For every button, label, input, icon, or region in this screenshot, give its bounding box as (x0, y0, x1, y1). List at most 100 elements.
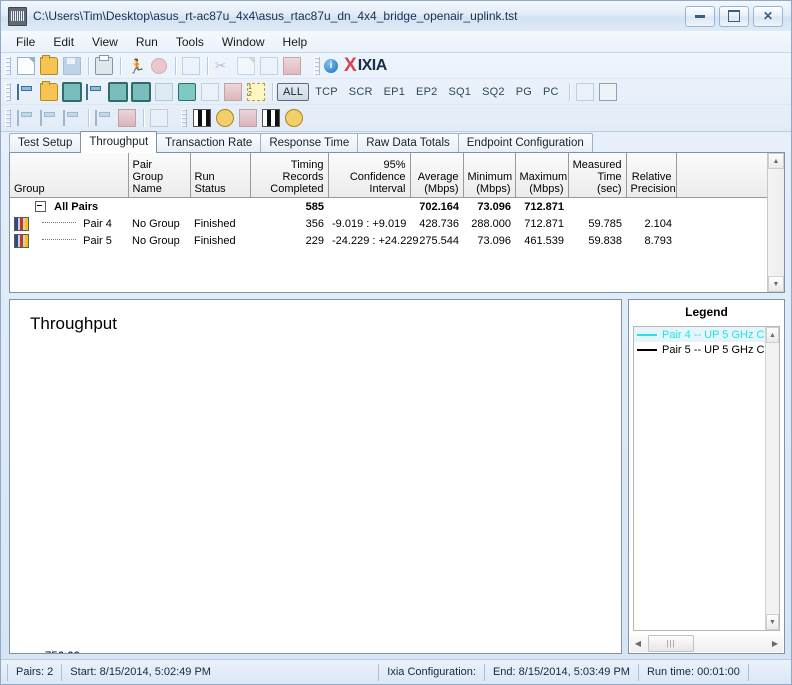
group-pairs-button[interactable] (574, 81, 596, 103)
scroll-up-icon[interactable]: ▲ (768, 153, 784, 169)
add-hardware-video-button[interactable] (130, 81, 152, 103)
compare-button[interactable] (222, 81, 244, 103)
status-end: End: 8/15/2014, 5:03:49 PM (485, 663, 639, 681)
network3-button[interactable] (61, 107, 83, 129)
menu-item-tools[interactable]: Tools (167, 32, 213, 52)
toolbar-grip[interactable] (5, 82, 11, 101)
scroll-down-icon[interactable]: ▼ (768, 276, 784, 292)
info-icon[interactable]: i (324, 58, 338, 73)
col-run-status[interactable]: Run Status (190, 153, 251, 198)
toolbar-grip[interactable] (5, 56, 11, 75)
add-pair-button[interactable] (15, 81, 37, 103)
paste-button[interactable] (258, 55, 280, 77)
close-button[interactable]: ✕ (753, 5, 783, 27)
cell-maximum: 461.539 (524, 234, 564, 247)
minimize-button[interactable] (685, 5, 715, 27)
cut-button[interactable]: ✂ (212, 55, 234, 77)
legend-list[interactable]: Pair 4 -- UP 5 GHz Ch Pair 5 -- UP 5 GHz… (633, 326, 780, 631)
col-confidence-interval[interactable]: 95% Confidence Interval (328, 153, 411, 198)
filter-all-button[interactable]: ALL (277, 82, 310, 101)
edit-pair-button[interactable] (176, 81, 198, 103)
filter-pc-button[interactable]: PC (538, 84, 564, 100)
col-maximum[interactable]: Maximum (Mbps) (515, 153, 569, 198)
toolbar-grip[interactable] (314, 56, 320, 75)
col-minimum[interactable]: Minimum (Mbps) (463, 153, 516, 198)
legend-scroll-right-icon[interactable]: ▶ (767, 636, 783, 651)
copy-pair-button[interactable] (199, 81, 221, 103)
filter-tcp-button[interactable]: TCP (310, 84, 343, 100)
add-video-pair-button[interactable] (61, 81, 83, 103)
add-voip-pair-button[interactable] (38, 80, 60, 103)
filter-scr-button[interactable]: SCR (344, 84, 378, 100)
add-hardware-pair-button[interactable] (107, 81, 129, 103)
award-button[interactable] (283, 107, 305, 129)
add-video-pair-icon (62, 81, 82, 102)
col-timing-records[interactable]: Timing Records Completed (250, 153, 329, 198)
collapse-icon[interactable] (35, 201, 47, 213)
toolbar-grip[interactable] (5, 109, 11, 127)
col-pair-group-name[interactable]: Pair Group Name (128, 153, 191, 198)
refresh-button[interactable] (180, 55, 202, 77)
legend-scroll-left-icon[interactable]: ◀ (630, 636, 646, 651)
tab-throughput[interactable]: Throughput (80, 131, 158, 153)
tab-endpoint-configuration[interactable]: Endpoint Configuration (457, 133, 593, 153)
col-measured-time[interactable]: Measured Time (sec) (568, 153, 627, 198)
cell-pair-group-name: No Group (132, 217, 180, 230)
checkered-flag-button[interactable] (260, 107, 282, 129)
throughput-plot[interactable]: 0.00100.00200.00300.00400.00500.00600.00… (10, 300, 621, 653)
open-button[interactable] (38, 54, 60, 77)
ungroup-pairs-button[interactable] (597, 81, 619, 103)
stop-button[interactable] (148, 55, 170, 77)
legend-item-pair5[interactable]: Pair 5 -- UP 5 GHz Ch (634, 342, 779, 357)
report-button[interactable] (148, 107, 170, 129)
tab-test-setup[interactable]: Test Setup (9, 133, 82, 153)
legend-scroll-thumb[interactable]: ||| (648, 635, 694, 652)
menu-item-edit[interactable]: Edit (44, 32, 83, 52)
filter-sq2-button[interactable]: SQ2 (477, 84, 510, 100)
run-button[interactable]: 🏃 (125, 55, 147, 77)
endpoint-warn-icon (118, 109, 136, 127)
cluster-button[interactable] (214, 107, 236, 129)
menu-item-view[interactable]: View (83, 32, 127, 52)
filter-ep1-button[interactable]: EP1 (379, 84, 410, 100)
toolbar-separator (120, 56, 121, 75)
tab-raw-data-totals[interactable]: Raw Data Totals (357, 133, 459, 153)
network-button[interactable] (15, 107, 37, 129)
legend-horizontal-scrollbar[interactable]: ◀ ||| ▶ (630, 635, 783, 652)
filter-ep2-button[interactable]: EP2 (411, 84, 442, 100)
endpoint-button[interactable] (93, 107, 115, 129)
table-row[interactable]: Pair 5 No Group Finished 229 -24.229 : +… (10, 232, 775, 249)
legend-scroll-down-icon[interactable]: ▼ (766, 614, 779, 630)
maximize-button[interactable] (719, 5, 749, 27)
col-group[interactable]: Group (10, 153, 129, 198)
menu-item-file[interactable]: File (7, 32, 44, 52)
toolbar-grip[interactable] (181, 109, 187, 127)
filter-button[interactable] (153, 81, 175, 103)
add-multicast-pair-button[interactable] (84, 81, 106, 103)
table-vertical-scrollbar[interactable]: ▲ ▼ (767, 153, 784, 292)
filter-pg-button[interactable]: PG (511, 84, 537, 100)
print-button[interactable] (93, 54, 115, 77)
renumber-button[interactable]: 12 (245, 81, 267, 103)
legend-vertical-scrollbar[interactable]: ▲ ▼ (765, 327, 779, 630)
table-row-summary[interactable]: All Pairs 585 702.164 73.096 712.871 (10, 198, 775, 216)
legend-item-pair4[interactable]: Pair 4 -- UP 5 GHz Ch (634, 327, 779, 342)
menu-item-run[interactable]: Run (127, 32, 167, 52)
tab-transaction-rate[interactable]: Transaction Rate (156, 133, 262, 153)
tally-button[interactable] (191, 107, 213, 129)
network2-button[interactable] (38, 107, 60, 129)
pair-group-button[interactable] (237, 107, 259, 129)
filter-sq1-button[interactable]: SQ1 (443, 84, 476, 100)
col-relative-precision[interactable]: Relative Precision (626, 153, 677, 198)
table-row[interactable]: Pair 4 No Group Finished 356 -9.019 : +9… (10, 215, 775, 232)
delete-button[interactable] (281, 55, 303, 77)
col-average[interactable]: Average (Mbps) (410, 153, 464, 198)
endpoint-warn-button[interactable] (116, 107, 138, 129)
copy-button[interactable] (235, 55, 257, 77)
menu-item-window[interactable]: Window (213, 32, 274, 52)
tab-response-time[interactable]: Response Time (260, 133, 359, 153)
save-button[interactable] (61, 55, 83, 77)
legend-scroll-up-icon[interactable]: ▲ (766, 327, 779, 343)
menu-item-help[interactable]: Help (274, 32, 317, 52)
new-document-button[interactable] (15, 55, 37, 77)
